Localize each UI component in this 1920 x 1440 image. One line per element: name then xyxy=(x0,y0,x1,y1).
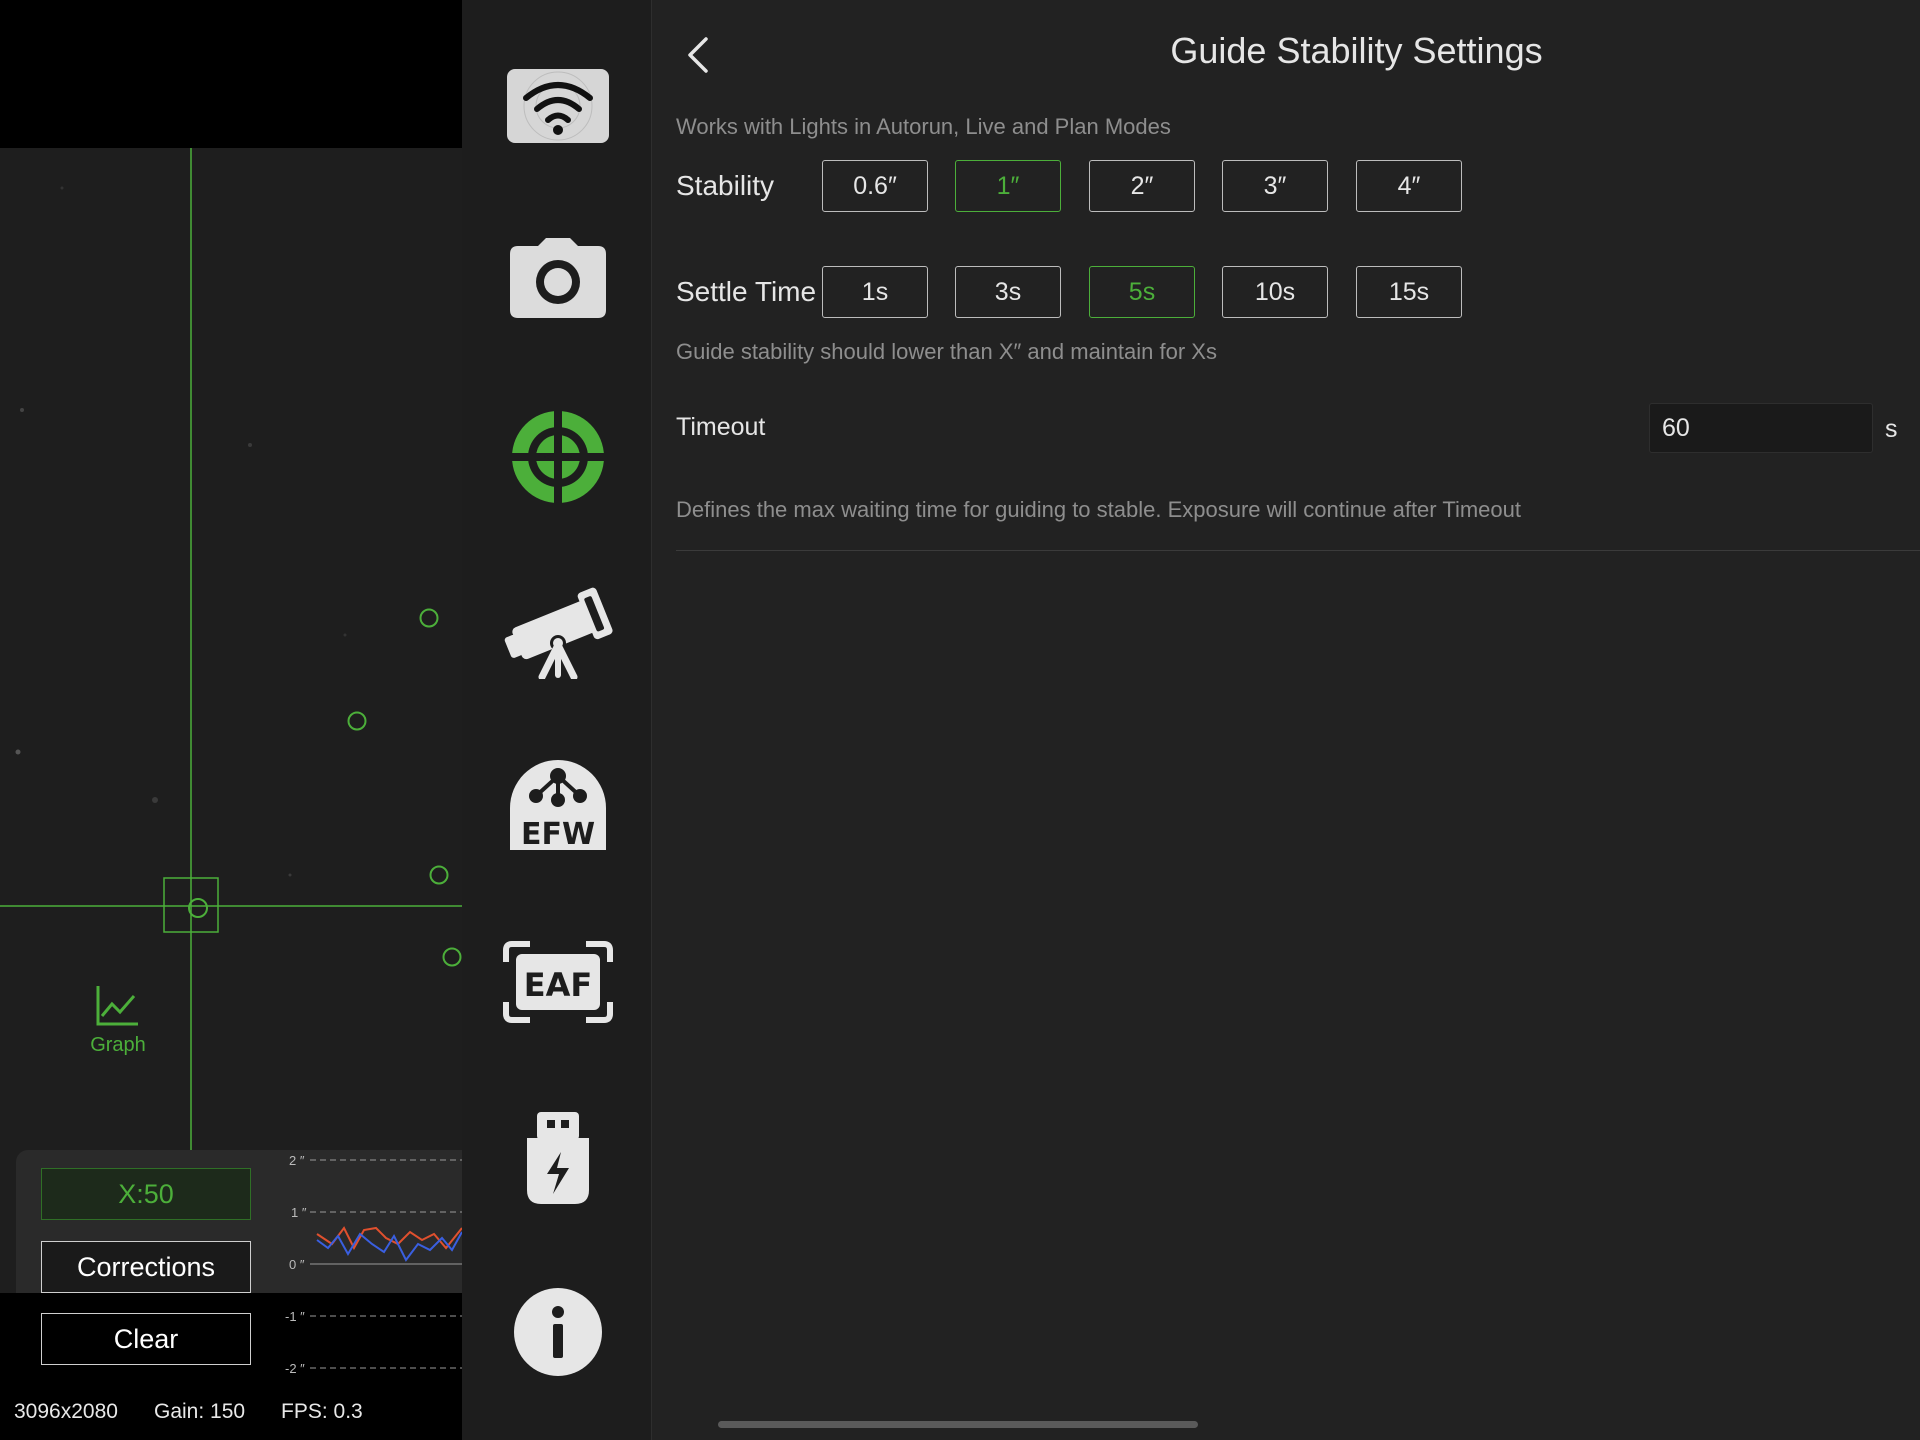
stability-option-selected[interactable]: 1″ xyxy=(955,160,1061,212)
works-with-hint: Works with Lights in Autorun, Live and P… xyxy=(676,114,1171,139)
resolution-text: 3096x2080 xyxy=(14,1400,118,1423)
faint-star xyxy=(343,633,347,637)
device-camera[interactable] xyxy=(502,222,614,334)
device-sidebar: EFW EAF xyxy=(462,0,652,1440)
settle-hint: Guide stability should lower than X″ and… xyxy=(676,339,1217,364)
svg-text:EFW: EFW xyxy=(521,817,595,852)
device-focuser[interactable]: EAF xyxy=(502,926,614,1038)
dec-error-line xyxy=(316,1231,462,1262)
wifi-icon xyxy=(507,69,609,143)
device-info[interactable] xyxy=(502,1276,614,1388)
stability-option[interactable]: 2″ xyxy=(1089,160,1195,212)
star-marker[interactable] xyxy=(347,711,367,731)
graph-toggle-button[interactable]: Graph xyxy=(78,980,158,1060)
camera-status-bar: 3096x2080 Gain: 150 FPS: 0.3 xyxy=(0,1400,462,1430)
stability-label: Stability xyxy=(676,170,775,201)
page-title: Guide Stability Settings xyxy=(1170,30,1543,71)
graph-tick-label: -2 ″ xyxy=(285,1361,305,1376)
faint-star xyxy=(60,186,64,190)
gain-text: Gain: 150 xyxy=(154,1400,246,1423)
info-icon xyxy=(514,1288,602,1376)
clear-button[interactable]: Clear xyxy=(41,1313,251,1365)
device-usb-power[interactable] xyxy=(502,1102,614,1214)
guide-stability-settings-panel: Guide Stability Settings Works with Ligh… xyxy=(653,0,1920,1440)
guide-icon xyxy=(510,409,606,505)
graph-label: Graph xyxy=(90,1034,146,1056)
graph-tick-label: 0 ″ xyxy=(289,1257,305,1272)
camera-icon xyxy=(510,238,606,318)
home-indicator[interactable] xyxy=(718,1421,1198,1428)
faint-star xyxy=(152,797,158,803)
graph-tick-label: -1 ″ xyxy=(285,1309,305,1324)
graph-scale-button[interactable]: X:50 xyxy=(41,1168,251,1220)
timeout-label: Timeout xyxy=(676,413,766,441)
device-filter-wheel[interactable]: EFW xyxy=(502,748,614,860)
star-marker[interactable] xyxy=(442,947,462,967)
svg-text:EAF: EAF xyxy=(524,966,592,1004)
device-wifi[interactable] xyxy=(502,50,614,162)
telescope-icon xyxy=(504,587,613,679)
faint-star xyxy=(248,443,252,447)
eaf-icon: EAF xyxy=(503,941,613,1023)
settle-time-option[interactable]: 15s xyxy=(1356,266,1462,318)
timeout-hint: Defines the max waiting time for guiding… xyxy=(676,497,1521,522)
usb-power-icon xyxy=(527,1112,589,1204)
settle-time-option-selected[interactable]: 5s xyxy=(1089,266,1195,318)
settle-time-option[interactable]: 3s xyxy=(955,266,1061,318)
stability-option[interactable]: 4″ xyxy=(1356,160,1462,212)
stability-option[interactable]: 0.6″ xyxy=(822,160,928,212)
fps-text: FPS: 0.3 xyxy=(281,1400,363,1423)
settle-time-option[interactable]: 1s xyxy=(822,266,928,318)
star-marker[interactable] xyxy=(429,865,449,885)
faint-star xyxy=(20,408,24,412)
settle-time-label: Settle Time xyxy=(676,276,817,307)
timeout-input[interactable] xyxy=(1649,403,1873,453)
guide-error-graph xyxy=(310,1159,462,1369)
graph-tick-label: 2 ″ xyxy=(289,1153,305,1168)
efw-icon: EFW xyxy=(510,760,606,852)
star-marker[interactable] xyxy=(419,608,439,628)
graph-tick-label: 1 ″ xyxy=(291,1205,307,1220)
faint-star xyxy=(288,873,292,877)
section-divider xyxy=(676,550,1920,551)
device-mount[interactable] xyxy=(502,575,614,687)
image-top-margin xyxy=(0,0,462,148)
line-chart-icon xyxy=(96,986,138,1026)
faint-star xyxy=(15,749,21,755)
corrections-button[interactable]: Corrections xyxy=(41,1241,251,1293)
settle-time-option[interactable]: 10s xyxy=(1222,266,1328,318)
timeout-unit: s xyxy=(1885,415,1898,443)
guide-camera-view: Graph 2 ″ 1 ″ 0 ″ -1 ″ -2 ″ X:50 Correct… xyxy=(0,0,462,1440)
stability-option[interactable]: 3″ xyxy=(1222,160,1328,212)
device-guider[interactable] xyxy=(502,401,614,513)
